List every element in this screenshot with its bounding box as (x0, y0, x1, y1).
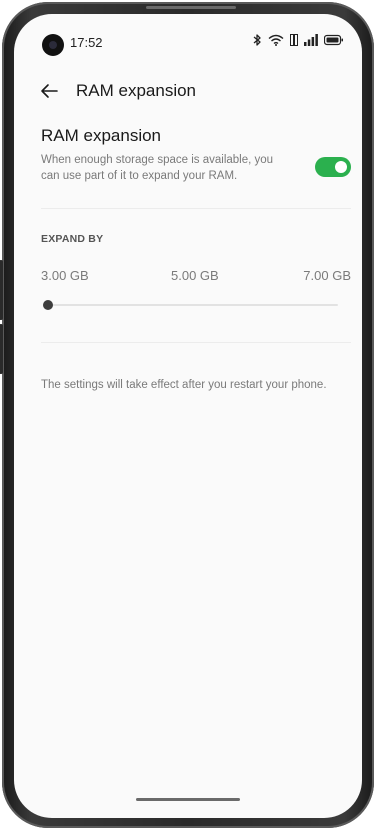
setting-title: RAM expansion (41, 126, 162, 145)
front-camera (42, 34, 64, 56)
toggle-knob (335, 161, 347, 173)
slider-thumb[interactable] (43, 300, 53, 310)
top-speaker (146, 6, 236, 9)
status-icons (252, 34, 344, 46)
divider (41, 208, 351, 209)
ram-expansion-toggle[interactable] (315, 157, 351, 177)
slider-label-min: 3.00 GB (41, 268, 89, 283)
side-button (0, 324, 3, 374)
page-title: RAM expansion (76, 81, 197, 100)
phone-frame: 17:52 RAM expansion RAM expansion When e… (0, 2, 374, 828)
restart-note: The settings will take effect after you … (41, 379, 327, 391)
home-indicator[interactable] (136, 798, 240, 801)
hd-icon (290, 34, 298, 46)
side-button (0, 260, 3, 320)
wifi-icon (268, 34, 284, 46)
setting-description: When enough storage space is available, … (41, 154, 274, 182)
slider-labels: 3.00 GB 5.00 GB 7.00 GB (41, 268, 351, 288)
arrow-left-icon[interactable] (38, 80, 60, 102)
expand-by-slider[interactable] (43, 297, 338, 313)
signal-icon (304, 34, 318, 46)
slider-track[interactable] (48, 304, 338, 306)
status-bar: 17:52 (14, 14, 362, 58)
section-header-expand-by: EXPAND BY (41, 233, 104, 245)
status-time: 17:52 (70, 35, 103, 50)
slider-label-max: 7.00 GB (303, 268, 351, 283)
slider-label-mid: 5.00 GB (171, 268, 219, 283)
bluetooth-icon (253, 34, 261, 46)
ram-expansion-setting[interactable]: RAM expansion When enough storage space … (14, 126, 362, 204)
divider (41, 342, 351, 343)
screen: 17:52 RAM expansion RAM expansion When e… (14, 14, 362, 818)
app-header: RAM expansion (14, 76, 362, 106)
battery-icon (324, 34, 343, 46)
